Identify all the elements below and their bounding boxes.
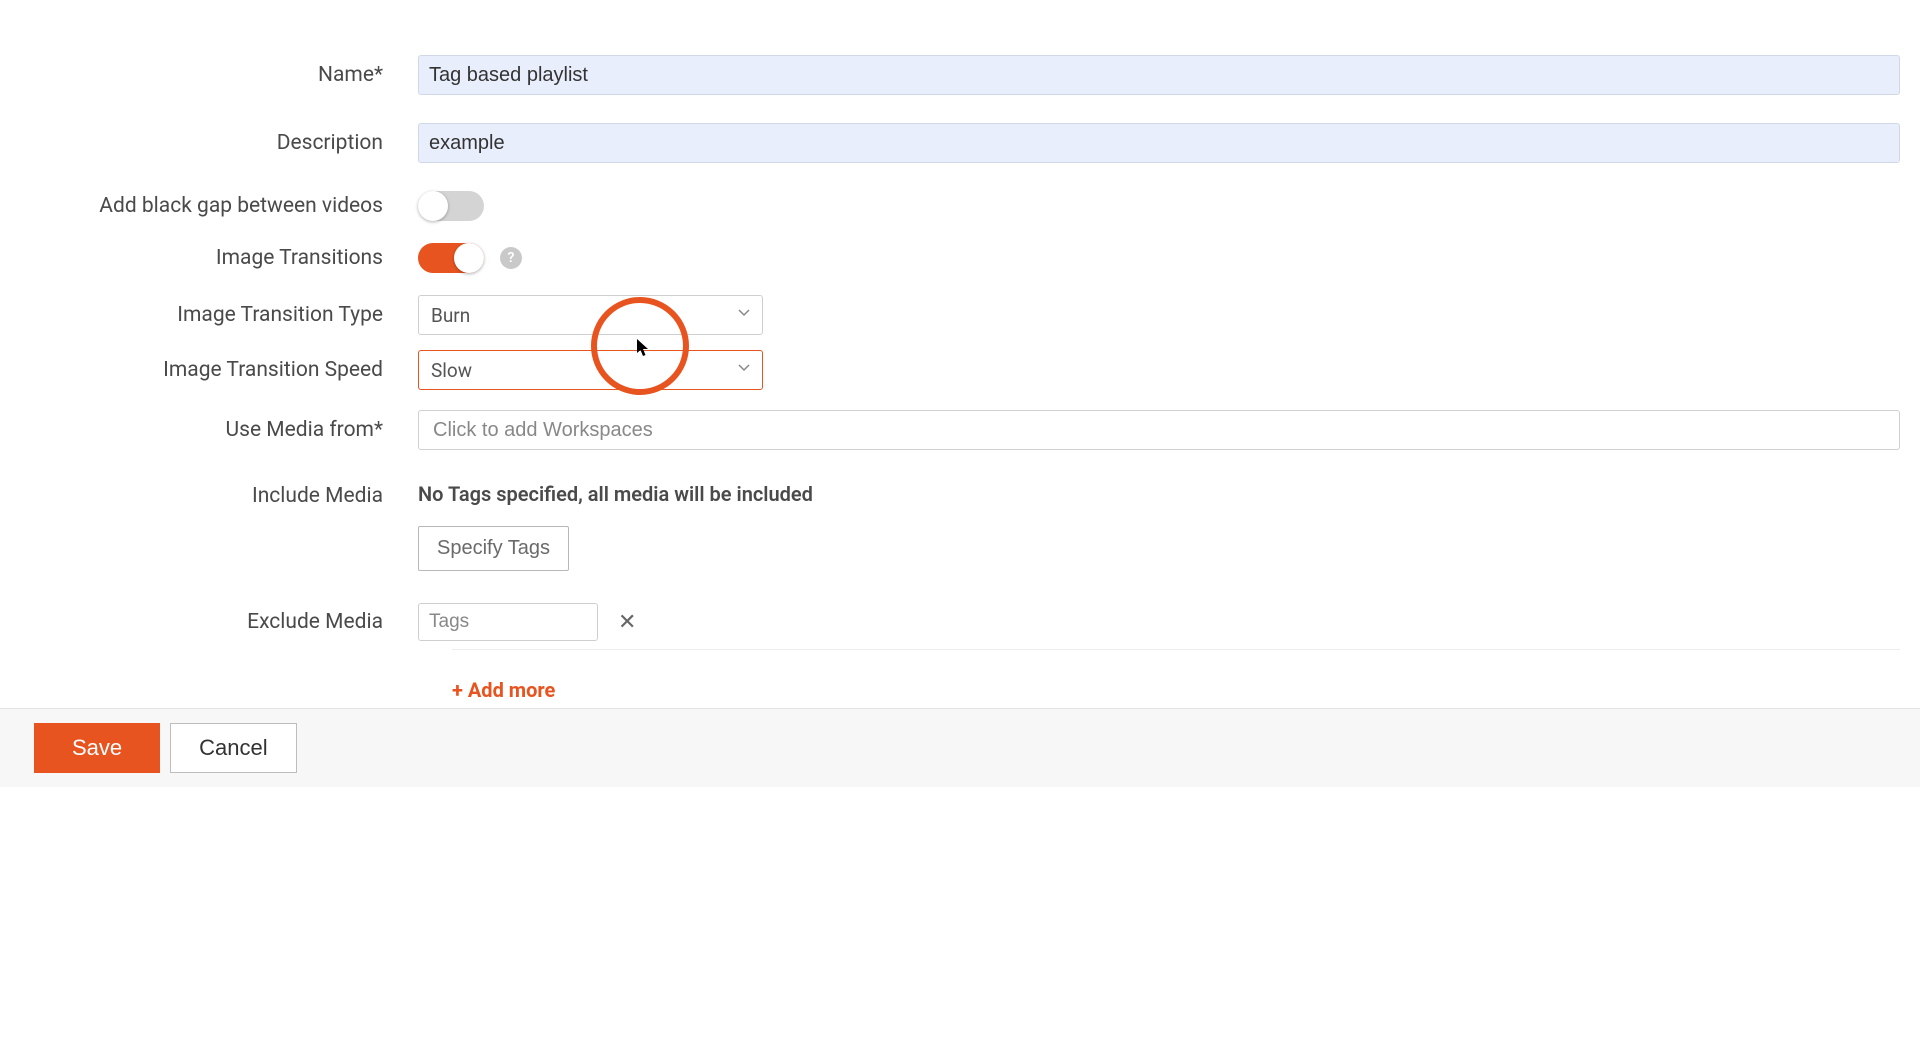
save-button[interactable]: Save bbox=[34, 723, 160, 773]
description-label: Description bbox=[0, 131, 418, 155]
image-transitions-toggle[interactable] bbox=[418, 243, 484, 273]
image-transitions-label: Image Transitions bbox=[0, 246, 418, 270]
name-label: Name* bbox=[0, 63, 418, 87]
chevron-down-icon bbox=[738, 364, 750, 376]
exclude-tags-input[interactable] bbox=[418, 603, 598, 641]
playlist-form: Name* Description Add black gap between … bbox=[0, 0, 1920, 702]
transition-type-select[interactable]: Burn bbox=[418, 295, 763, 335]
cancel-button[interactable]: Cancel bbox=[170, 723, 296, 773]
specify-tags-button[interactable]: Specify Tags bbox=[418, 526, 569, 571]
chevron-down-icon bbox=[738, 309, 750, 321]
include-media-label: Include Media bbox=[0, 482, 418, 508]
close-icon[interactable]: ✕ bbox=[614, 606, 640, 639]
divider bbox=[452, 649, 1900, 650]
use-media-label: Use Media from* bbox=[0, 418, 418, 442]
transition-type-value: Burn bbox=[431, 304, 470, 327]
exclude-media-label: Exclude Media bbox=[0, 610, 418, 634]
transition-speed-value: Slow bbox=[431, 359, 472, 382]
transition-speed-label: Image Transition Speed bbox=[0, 358, 418, 382]
toggle-knob bbox=[454, 243, 484, 273]
footer: Save Cancel bbox=[0, 708, 1920, 787]
name-input[interactable] bbox=[418, 55, 1900, 95]
black-gap-toggle[interactable] bbox=[418, 191, 484, 221]
include-media-text: No Tags specified, all media will be inc… bbox=[418, 482, 1900, 506]
add-more-button[interactable]: + Add more bbox=[452, 678, 555, 702]
toggle-knob bbox=[418, 191, 448, 221]
transition-speed-select[interactable]: Slow bbox=[418, 350, 763, 390]
black-gap-label: Add black gap between videos bbox=[0, 194, 418, 218]
description-input[interactable] bbox=[418, 123, 1900, 163]
transition-type-label: Image Transition Type bbox=[0, 303, 418, 327]
help-icon[interactable]: ? bbox=[500, 247, 522, 269]
use-media-input[interactable] bbox=[418, 410, 1900, 450]
